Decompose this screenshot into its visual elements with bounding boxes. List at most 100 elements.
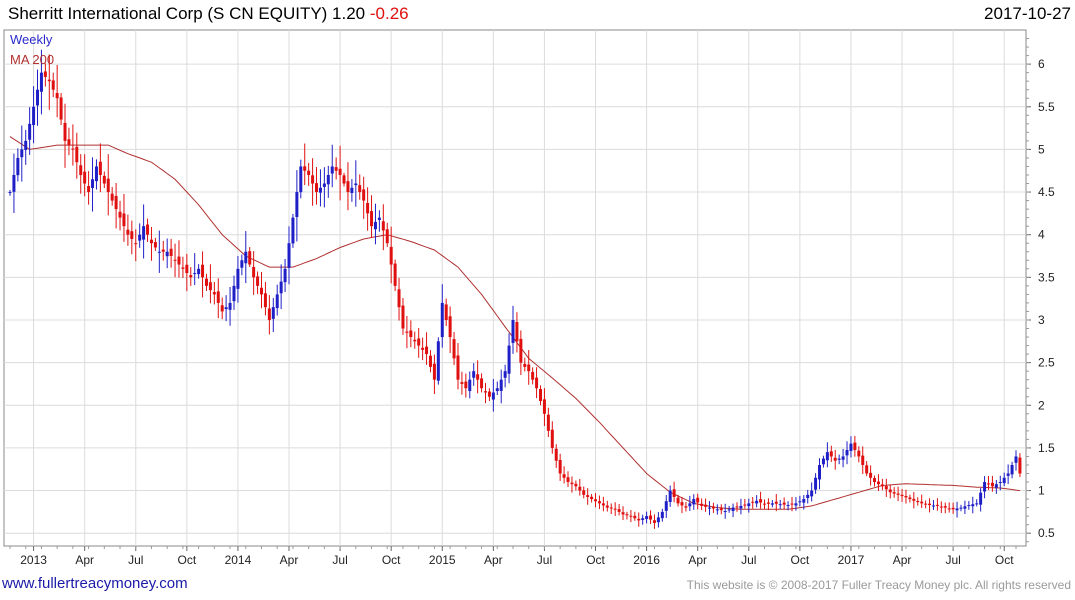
candle-body <box>165 251 169 257</box>
candle-body <box>617 509 621 512</box>
candle-body <box>731 507 735 511</box>
candle-body <box>641 518 645 520</box>
candle-body <box>900 494 904 497</box>
candle-body <box>138 234 142 241</box>
x-tick-label: Apr <box>280 553 299 567</box>
candle-body <box>928 503 932 506</box>
candle-body <box>36 89 40 106</box>
candle-body <box>413 339 417 342</box>
candle-body <box>550 429 554 448</box>
candle-body <box>8 192 12 194</box>
candle-body <box>739 505 743 509</box>
candle-body <box>350 187 354 193</box>
y-tick-label: 2.5 <box>1038 356 1055 370</box>
candle-body <box>228 302 232 310</box>
candle-body <box>519 338 523 363</box>
candle-body <box>735 506 739 508</box>
candle-body <box>759 499 763 503</box>
legend-weekly: Weekly <box>10 32 53 47</box>
candle-body <box>818 464 822 480</box>
candle-body <box>723 511 727 513</box>
candle-body <box>523 363 527 367</box>
candle-body <box>963 506 967 509</box>
candle-body <box>546 414 550 431</box>
candle-body <box>318 187 322 193</box>
candle-body <box>880 484 884 487</box>
candle-body <box>342 175 346 184</box>
candle-body <box>55 92 59 99</box>
candle-body <box>464 381 468 389</box>
candle-body <box>161 249 165 252</box>
x-axis: 2013 Apr Jul Oct 2014 Apr Jul Oct 2015 Apr Jul Oct 2… <box>9 546 1017 567</box>
candle-body <box>389 246 393 265</box>
candle-body <box>326 174 330 185</box>
candle-body <box>267 308 271 320</box>
candle-body <box>700 503 704 506</box>
candle-body <box>216 291 220 303</box>
candle-body <box>212 292 216 295</box>
candle-body <box>688 503 692 507</box>
candle-body <box>444 304 448 320</box>
candle-body <box>609 507 613 509</box>
candle-body <box>798 501 802 503</box>
site-link[interactable]: www.fullertreacymoney.com <box>2 575 188 592</box>
candle-body <box>126 229 130 235</box>
y-tick-label: 5.5 <box>1038 100 1055 114</box>
candle-body <box>865 465 869 474</box>
candle-body <box>825 452 829 461</box>
candle-body <box>562 474 566 478</box>
candle-body <box>511 319 515 343</box>
candle-body <box>134 243 138 245</box>
candle-body <box>480 378 484 389</box>
candle-body <box>558 459 562 474</box>
candle-body <box>715 509 719 511</box>
candle-body <box>743 504 747 506</box>
candle-body <box>656 517 660 523</box>
candle-body <box>303 166 307 171</box>
candle-body <box>578 486 582 491</box>
candle-body <box>59 97 63 120</box>
candle-body <box>931 505 935 507</box>
candle-body <box>924 503 928 505</box>
candle-body <box>20 149 24 158</box>
y-tick-label: 4.5 <box>1038 185 1055 199</box>
candle-body <box>71 148 75 150</box>
candle-body <box>574 483 578 487</box>
candle-body <box>951 507 955 510</box>
candle-body <box>916 500 920 503</box>
y-tick-label: 6 <box>1038 57 1045 71</box>
x-tick-label: 2014 <box>225 553 252 567</box>
candle-body <box>224 307 228 310</box>
candle-body <box>67 139 71 146</box>
candle-body <box>63 122 67 141</box>
candle-body <box>959 507 963 509</box>
candle-body <box>1002 477 1006 484</box>
candle-body <box>621 512 625 515</box>
candle-body <box>873 478 877 483</box>
candle-body <box>633 515 637 519</box>
candle-body <box>986 483 990 485</box>
candle-body <box>912 498 916 501</box>
candle-body <box>727 509 731 511</box>
candle-body <box>696 497 700 503</box>
candle-body <box>256 276 260 286</box>
candle-body <box>507 345 511 374</box>
candle-body <box>16 157 20 176</box>
candle-body <box>649 515 653 520</box>
candle-body <box>625 514 629 516</box>
x-tick-label: Apr <box>688 553 707 567</box>
x-tick-label: Oct <box>586 553 605 567</box>
candle-body <box>373 221 377 230</box>
candle-body <box>114 195 118 210</box>
candle-body <box>472 371 476 378</box>
candle-body <box>531 371 535 380</box>
candle-body <box>456 355 460 380</box>
candle-body <box>586 495 590 497</box>
candle-body <box>185 264 189 274</box>
y-tick-label: 3 <box>1038 313 1045 327</box>
candle-body <box>220 305 224 312</box>
candle-body <box>436 341 440 381</box>
candle-body <box>51 80 55 90</box>
candle-body <box>829 451 833 457</box>
candle-body <box>94 166 98 182</box>
